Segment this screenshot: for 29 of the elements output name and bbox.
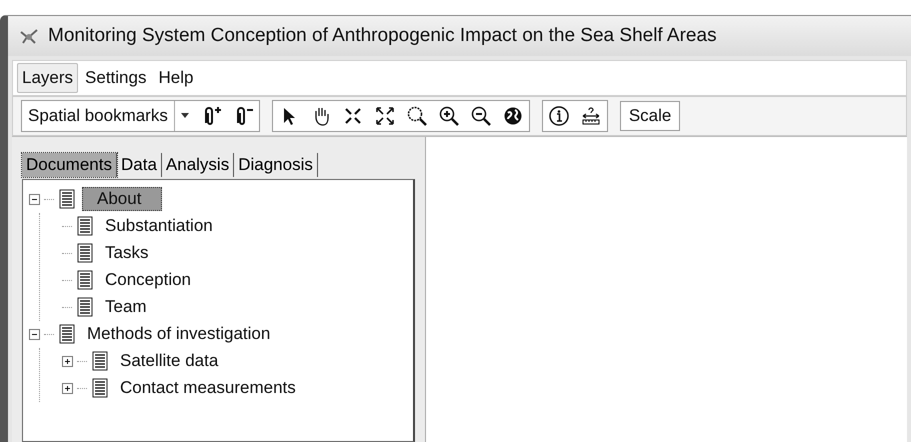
expand-arrows-icon [374,104,396,126]
tree-item[interactable]: Tasks [100,241,154,265]
tree-item[interactable]: Conception [100,268,196,292]
menu-item[interactable]: Settings [80,63,152,92]
scale-field[interactable]: Scale [620,100,680,130]
globe-icon [502,104,524,126]
tree-item[interactable]: About [82,187,162,211]
tab[interactable]: Analysis [162,152,234,176]
tree-item[interactable]: Methods of investigation [82,322,276,346]
menu-item[interactable]: Help [153,63,198,92]
zoom-in-icon [438,104,460,126]
zoom-area-icon [406,104,428,126]
menu-item[interactable]: Layers [17,63,78,92]
expand-toggle[interactable] [62,356,73,366]
ruler-arrows-icon [580,104,602,126]
zoom-out-icon [470,104,492,126]
info-icon [548,104,570,126]
tree-item[interactable]: Contact measurements [115,376,301,400]
expand-toggle[interactable] [29,194,40,204]
tree-item[interactable]: Substantiation [100,214,218,238]
window-title: Monitoring System Conception of Anthropogenic Impact on the Sea Shelf Areas [48,24,717,48]
tree-item[interactable]: Team [100,295,152,319]
tree-item[interactable]: Satellite data [115,349,224,373]
tab[interactable]: Data [116,152,162,176]
expand-toggle[interactable] [62,382,73,394]
tab[interactable]: Documents [22,152,117,176]
expand-toggle[interactable] [29,328,40,340]
caret-icon [180,113,189,118]
tab[interactable]: Diagnosis [234,152,318,176]
